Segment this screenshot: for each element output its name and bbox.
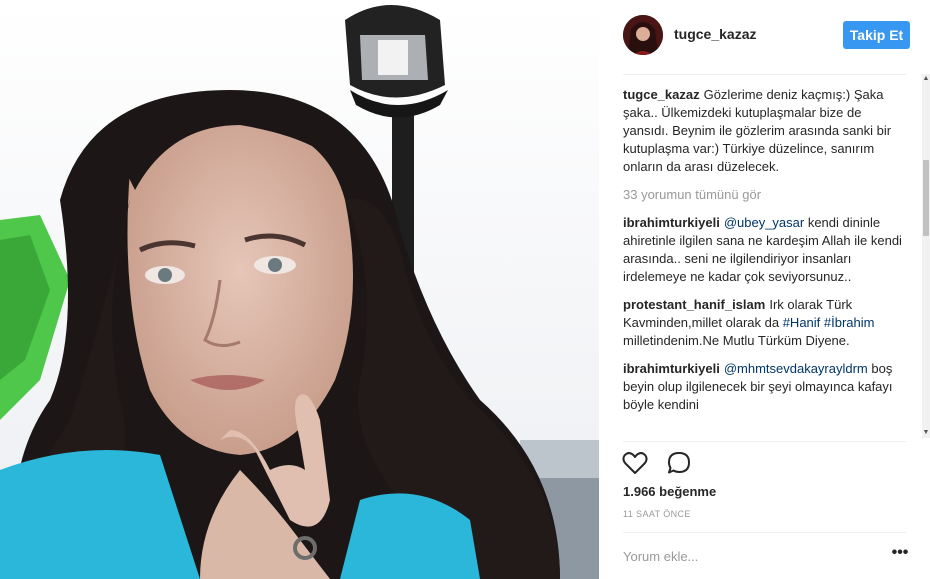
comment-username[interactable]: protestant_hanif_islam [623, 297, 765, 312]
post-header: tugce_kazaz Takip Et [599, 0, 930, 73]
caption: tugce_kazaz Gözlerime deniz kaçmış:) Şaka… [623, 86, 906, 176]
follow-button[interactable]: Takip Et [843, 21, 910, 49]
comment-text: milletindenim.Ne Mutlu Türküm Diyene. [623, 333, 850, 348]
comments-list: tugce_kazaz Gözlerime deniz kaçmış:) Şaka… [623, 86, 906, 438]
comment-hashtag[interactable]: #İbrahim [824, 315, 875, 330]
post-actions [621, 449, 705, 477]
post-photo-image [0, 0, 599, 579]
likes-count[interactable]: 1.966 beğenme [623, 484, 716, 499]
comment-mention[interactable]: @mhmtsevdakayrayldrm [724, 361, 868, 376]
divider [623, 441, 906, 442]
list-item: ibrahimturkiyeli @mhmtsevdakayrayldrm boş… [623, 360, 906, 414]
comments-scrollbar[interactable]: ▲ ▼ [922, 74, 930, 438]
list-item: ibrahimturkiyeli @ubey_yasar kendi dininl… [623, 214, 906, 286]
list-item: protestant_hanif_islam Irk olarak Türk Ka… [623, 296, 906, 350]
scroll-thumb[interactable] [923, 160, 929, 236]
caption-username[interactable]: tugce_kazaz [623, 87, 700, 102]
scroll-down-arrow-icon[interactable]: ▼ [922, 428, 930, 438]
post-timestamp[interactable]: 11 SAAT ÖNCE [623, 509, 691, 519]
avatar-image [623, 15, 663, 55]
header-username[interactable]: tugce_kazaz [674, 26, 756, 42]
scroll-up-arrow-icon[interactable]: ▲ [922, 74, 930, 84]
comment-username[interactable]: ibrahimturkiyeli [623, 215, 720, 230]
divider [623, 532, 906, 533]
post-panel: tugce_kazaz Takip Et tugce_kazaz Gözlerim… [599, 0, 930, 579]
comment-bubble-icon[interactable] [665, 449, 693, 477]
comment-username[interactable]: ibrahimturkiyeli [623, 361, 720, 376]
more-options-button[interactable]: ••• [890, 545, 910, 563]
add-comment-input[interactable] [623, 545, 873, 567]
view-all-comments-link[interactable]: 33 yorumun tümünü gör [623, 186, 906, 204]
post-photo[interactable] [0, 0, 599, 579]
comment-mention[interactable]: @ubey_yasar [724, 215, 804, 230]
avatar[interactable] [623, 15, 663, 55]
comment-hashtag[interactable]: #Hanif [783, 315, 821, 330]
divider [623, 74, 906, 75]
heart-icon[interactable] [621, 449, 649, 477]
